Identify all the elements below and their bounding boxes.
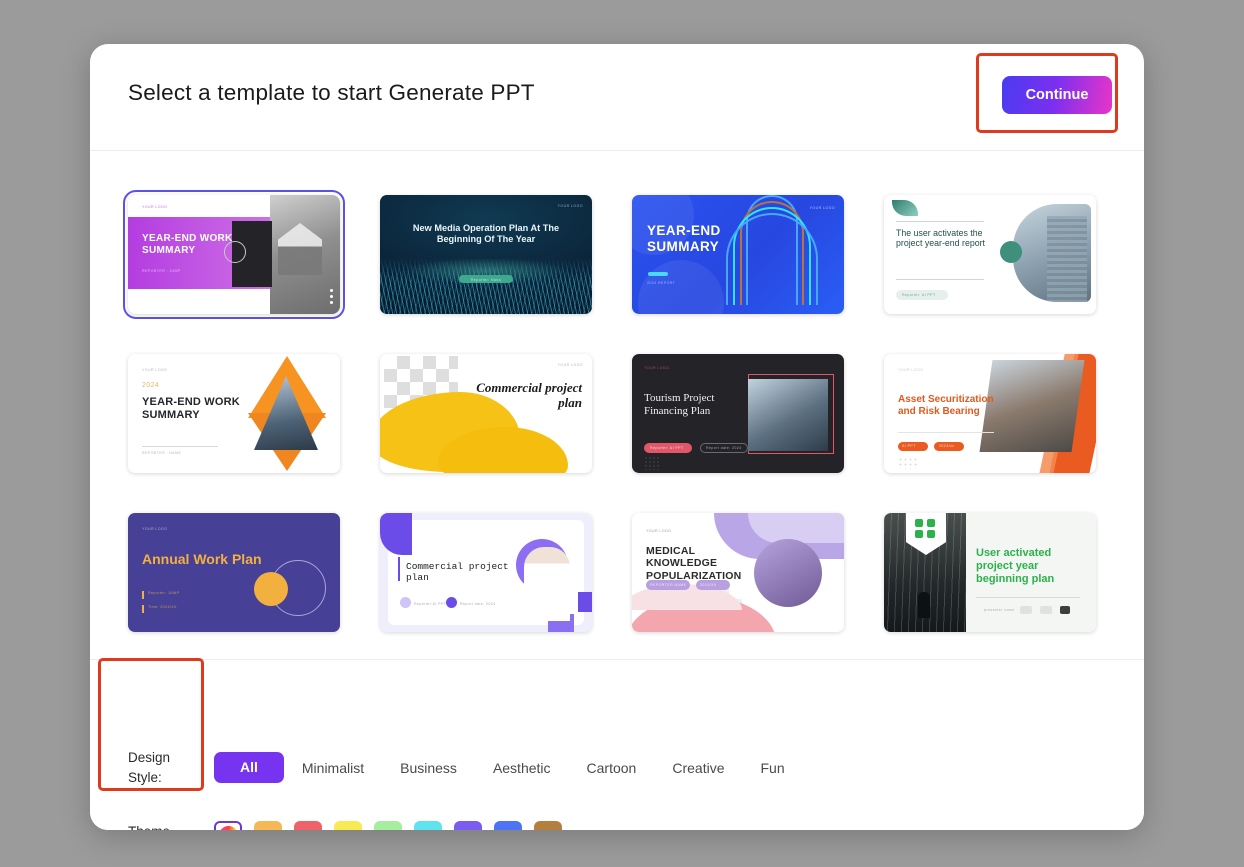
template-title: MEDICAL KNOWLEDGE POPULARIZATION xyxy=(646,545,742,582)
filter-bar: Design Style: Theme Color: All Minimalis… xyxy=(90,658,1144,830)
template-extra: 2024/xx xyxy=(939,444,955,448)
continue-button[interactable]: Continue xyxy=(1002,76,1112,114)
template-thumbnail: The user activates the project year-end … xyxy=(884,195,1096,314)
swatch-brown[interactable] xyxy=(534,821,562,830)
template-subtitle: AI PPT xyxy=(902,444,916,448)
design-style-tabs: All Minimalist Business Aesthetic Cartoo… xyxy=(214,752,803,783)
swatch-green[interactable] xyxy=(374,821,402,830)
template-thumbnail: YOUR LOGO YEAR-END SUMMARY 2024 REPORT xyxy=(632,195,844,314)
template-title: Commercial project plan xyxy=(406,561,509,584)
template-subtitle: REPORTER NAME xyxy=(650,583,687,587)
tab-cartoon[interactable]: Cartoon xyxy=(569,760,655,776)
template-card-user-activated-project-year-beginning-plan[interactable]: User activated project year beginning pl… xyxy=(884,513,1096,632)
tab-minimalist[interactable]: Minimalist xyxy=(284,760,382,776)
tab-all[interactable]: All xyxy=(214,752,284,783)
template-subtitle: Reporter:AI PPT xyxy=(414,602,447,606)
template-picker-modal: Select a template to start Generate PPT … xyxy=(90,44,1144,830)
template-logo: YOUR LOGO xyxy=(646,529,672,533)
template-extra: 2024/XX xyxy=(700,583,717,587)
template-thumbnail: YOUR LOGO Asset Securitization and Risk … xyxy=(884,354,1096,473)
template-logo: YOUR LOGO xyxy=(557,363,583,367)
template-extra: Report date: 2024 xyxy=(706,446,742,450)
color-wheel-icon xyxy=(218,825,238,830)
template-title: YEAR-END WORK SUMMARY xyxy=(142,396,240,421)
template-title: Asset Securitization and Risk Bearing xyxy=(898,394,994,417)
template-card-commercial-project-plan-purple[interactable]: Commercial project plan Reporter:AI PPT … xyxy=(380,513,592,632)
template-thumbnail: YOUR LOGO Annual Work Plan Reporter: JUM… xyxy=(128,513,340,632)
template-logo: YOUR LOGO xyxy=(644,366,670,370)
template-thumbnail: YOUR LOGO Commercial project plan xyxy=(380,354,592,473)
template-extra: Time: 2024/XX xyxy=(148,605,177,609)
template-thumbnail: YOUR LOGO 2024 YEAR-END WORK SUMMARY REP… xyxy=(128,354,340,473)
swatch-blue[interactable] xyxy=(494,821,522,830)
template-thumbnail: YOUR LOGO New Media Operation Plan At Th… xyxy=(380,195,592,314)
template-subtitle: REPORTER : JUMP xyxy=(142,269,181,273)
swatch-red[interactable] xyxy=(294,821,322,830)
template-title: The user activates the project year-end … xyxy=(896,228,985,249)
template-card-commercial-project-plan-yellow[interactable]: YOUR LOGO Commercial project plan xyxy=(380,354,592,473)
template-extra: Report date: 2024 xyxy=(460,602,496,606)
template-card-year-end-work-summary-purple[interactable]: YOUR LOGO YEAR-END WORK SUMMARY REPORTER… xyxy=(123,190,345,319)
template-subtitle: Reporter: AI PPT xyxy=(650,446,684,450)
template-thumbnail: Commercial project plan Reporter:AI PPT … xyxy=(380,513,592,632)
template-logo: YOUR LOGO xyxy=(142,527,168,531)
template-subtitle: Reporter: AI PPT xyxy=(902,293,936,297)
template-card-user-activates-project-year-end-report[interactable]: The user activates the project year-end … xyxy=(884,195,1096,314)
template-title: Annual Work Plan xyxy=(142,551,262,567)
template-card-year-end-summary-blue[interactable]: YOUR LOGO YEAR-END SUMMARY 2024 REPORT xyxy=(632,195,844,314)
template-subtitle: 2024 REPORT xyxy=(647,281,676,285)
swatch-color-wheel[interactable] xyxy=(214,821,242,830)
template-title: Commercial project plan xyxy=(476,380,582,411)
template-thumbnail: User activated project year beginning pl… xyxy=(884,513,1096,632)
theme-color-label: Theme Color: xyxy=(128,822,198,830)
template-title: User activated project year beginning pl… xyxy=(976,547,1055,585)
template-title: New Media Operation Plan At The Beginnin… xyxy=(412,223,560,244)
template-logo: YOUR LOGO xyxy=(142,205,168,209)
page-title: Select a template to start Generate PPT xyxy=(128,80,535,105)
modal-header: Select a template to start Generate PPT … xyxy=(90,44,1144,151)
template-subtitle: REPORTER : NAME xyxy=(142,451,182,455)
swatch-yellow[interactable] xyxy=(334,821,362,830)
tab-business[interactable]: Business xyxy=(382,760,475,776)
template-card-medical-knowledge-popularization[interactable]: YOUR LOGO MEDICAL KNOWLEDGE POPULARIZATI… xyxy=(632,513,844,632)
template-title: YEAR-END WORK SUMMARY xyxy=(142,233,233,256)
tab-aesthetic[interactable]: Aesthetic xyxy=(475,760,569,776)
tab-fun[interactable]: Fun xyxy=(742,760,802,776)
template-thumbnail: YOUR LOGO YEAR-END WORK SUMMARY REPORTER… xyxy=(128,195,340,314)
template-subtitle: presenter name xyxy=(984,608,1015,612)
template-logo: YOUR LOGO xyxy=(142,368,168,372)
template-grid: YOUR LOGO YEAR-END WORK SUMMARY REPORTER… xyxy=(90,152,1144,632)
template-card-year-end-work-summary-orange[interactable]: YOUR LOGO 2024 YEAR-END WORK SUMMARY REP… xyxy=(128,354,340,473)
template-logo: YOUR LOGO xyxy=(898,368,924,372)
template-card-tourism-project-financing-plan[interactable]: YOUR LOGO Tourism Project Financing Plan… xyxy=(632,354,844,473)
template-subtitle: Reporter: JUMP xyxy=(148,591,180,595)
template-logo: YOUR LOGO xyxy=(809,206,835,210)
swatch-cyan[interactable] xyxy=(414,821,442,830)
tab-creative[interactable]: Creative xyxy=(654,760,742,776)
swatch-orange[interactable] xyxy=(254,821,282,830)
swatch-purple[interactable] xyxy=(454,821,482,830)
template-subtitle: Reporter: Nana xyxy=(470,278,502,282)
template-card-asset-securitization-and-risk-bearing[interactable]: YOUR LOGO Asset Securitization and Risk … xyxy=(884,354,1096,473)
template-year: 2024 xyxy=(142,382,160,389)
template-card-annual-work-plan[interactable]: YOUR LOGO Annual Work Plan Reporter: JUM… xyxy=(128,513,340,632)
template-card-new-media-operation-plan[interactable]: YOUR LOGO New Media Operation Plan At Th… xyxy=(380,195,592,314)
template-title: YEAR-END SUMMARY xyxy=(647,223,721,254)
template-title: Tourism Project Financing Plan xyxy=(644,392,715,417)
template-thumbnail: YOUR LOGO Tourism Project Financing Plan… xyxy=(632,354,844,473)
template-thumbnail: YOUR LOGO MEDICAL KNOWLEDGE POPULARIZATI… xyxy=(632,513,844,632)
template-logo: YOUR LOGO xyxy=(557,204,583,208)
theme-color-swatches xyxy=(214,821,562,830)
template-gallery: YOUR LOGO YEAR-END WORK SUMMARY REPORTER… xyxy=(90,152,1144,658)
design-style-label: Design Style: xyxy=(128,750,171,785)
